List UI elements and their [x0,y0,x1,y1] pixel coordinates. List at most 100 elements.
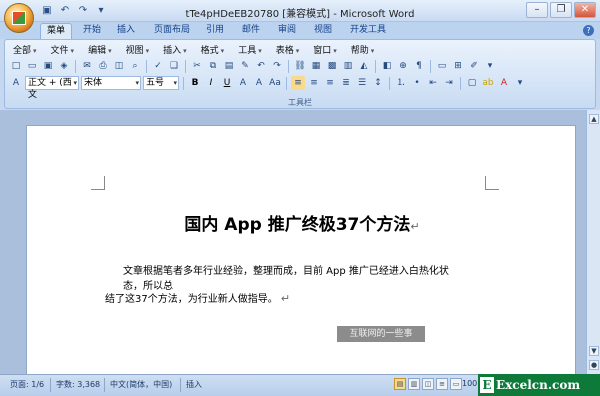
more-format-icon[interactable]: ▾ [513,76,527,90]
tab-mailings[interactable]: 邮件 [238,23,264,39]
language-indicator[interactable]: 中文(简体，中国) [110,379,172,390]
bullets-icon[interactable]: • [410,76,424,90]
decrease-indent-icon[interactable]: ⇤ [426,76,440,90]
redo-icon[interactable]: ↷ [270,59,284,73]
ribbon-group-label: 工具栏 [288,98,312,107]
bold-button[interactable]: B [188,76,202,90]
help-icon[interactable]: ? [583,25,594,36]
tab-page-layout[interactable]: 页面布局 [150,23,194,39]
table-icon[interactable]: ▦ [309,59,323,73]
align-left-icon[interactable]: ≡ [291,76,305,90]
styles-icon[interactable]: A [9,76,23,90]
separator [389,76,390,90]
spelling-icon[interactable]: ✓ [151,59,165,73]
tab-review[interactable]: 审阅 [274,23,300,39]
draft-icon[interactable]: ▭ [450,378,462,390]
window-title: tTe4pHDeEB20780 [兼容模式] - Microsoft Word [185,9,415,20]
numbering-icon[interactable]: ⒈ [394,76,408,90]
classic-menu-bar: 全部 文件 编辑 视图 插入 格式 工具 表格 窗口 帮助 [9,43,384,56]
justify-icon[interactable]: ≣ [339,76,353,90]
close-button[interactable]: ✕ [574,2,596,18]
more-icon[interactable]: ▾ [483,59,497,73]
distributed-icon[interactable]: ☰ [355,76,369,90]
formatting-toolbar: A 正文 + (西文 宋体 五号 B I U A A Aa ≡ ≡ ≡ ≣ ☰ … [9,75,527,100]
excel-table-icon[interactable]: ▩ [325,59,339,73]
font-color-icon[interactable]: A [497,76,511,90]
align-right-icon[interactable]: ≡ [323,76,337,90]
style-select[interactable]: 正文 + (西文 [25,76,79,100]
restore-button[interactable]: ❐ [550,2,572,18]
show-hide-icon[interactable]: ¶ [412,59,426,73]
web-layout-icon[interactable]: ◫ [422,378,434,390]
undo-icon[interactable]: ↶ [254,59,268,73]
select-browse-object-icon[interactable]: ● [589,360,599,370]
insert-mode[interactable]: 插入 [186,379,202,390]
vertical-scrollbar[interactable]: ▲ ▼ ● [586,110,600,374]
zoom-level[interactable]: 100 [462,379,477,388]
scroll-down-icon[interactable]: ▼ [589,346,599,356]
separator [75,59,76,73]
font-select[interactable]: 宋体 [81,76,141,90]
minimize-button[interactable]: – [526,2,548,18]
print-preview-icon[interactable]: ◫ [112,59,126,73]
tab-developer[interactable]: 开发工具 [346,23,390,39]
menu-view[interactable]: 视图 [122,43,154,56]
highlight-icon[interactable]: ab [481,76,495,90]
menu-format[interactable]: 格式 [197,43,229,56]
office-button[interactable] [4,3,34,33]
italic-button[interactable]: I [204,76,218,90]
tab-references[interactable]: 引用 [202,23,228,39]
tab-insert[interactable]: 插入 [112,23,140,39]
insert-icon[interactable]: ⊞ [451,59,465,73]
menu-all[interactable]: 全部 [9,43,41,56]
menu-file[interactable]: 文件 [47,43,79,56]
page-count[interactable]: 页面: 1/6 [10,379,44,390]
menu-help[interactable]: 帮助 [347,43,379,56]
menu-edit[interactable]: 编辑 [84,43,116,56]
save-icon[interactable]: ▣ [41,59,55,73]
tab-home[interactable]: 开始 [78,23,106,39]
font-size-select[interactable]: 五号 [143,76,179,90]
menu-tools[interactable]: 工具 [234,43,266,56]
format-painter-icon[interactable]: ✎ [238,59,252,73]
line-spacing-icon[interactable]: ↕ [371,76,385,90]
char-shading-icon[interactable]: A [252,76,266,90]
hyperlink-icon[interactable]: ⛓ [293,59,307,73]
copy-icon[interactable]: ⧉ [206,59,220,73]
permission-icon[interactable]: ◈ [57,59,71,73]
cut-icon[interactable]: ✂ [190,59,204,73]
menu-insert[interactable]: 插入 [159,43,191,56]
zoom-icon[interactable]: ⊕ [396,59,410,73]
document-map-icon[interactable]: ◧ [380,59,394,73]
email-icon[interactable]: ✉ [80,59,94,73]
new-document-icon[interactable]: □ [9,59,23,73]
research-icon[interactable]: ⌕ [128,59,142,73]
outline-icon[interactable]: ≡ [436,378,448,390]
scroll-up-icon[interactable]: ▲ [589,114,599,124]
paste-icon[interactable]: ▤ [222,59,236,73]
full-screen-icon[interactable]: ▥ [408,378,420,390]
font-border-icon[interactable]: A [236,76,250,90]
char-scale-icon[interactable]: Aa [268,76,282,90]
document-page[interactable]: 国内 App 推广终极37个方法↵ 文章根据笔者多年行业经验，整理而成，目前 A… [26,125,576,385]
thesaurus-icon[interactable]: ❏ [167,59,181,73]
word-count[interactable]: 字数: 3,368 [56,379,100,390]
menu-table[interactable]: 表格 [272,43,304,56]
columns-icon[interactable]: ▥ [341,59,355,73]
align-center-icon[interactable]: ≡ [307,76,321,90]
separator [460,76,461,90]
tab-menu[interactable]: 菜单 [40,23,72,39]
underline-button[interactable]: U [220,76,234,90]
print-icon[interactable]: ⎙ [96,59,110,73]
drawing-icon[interactable]: ◭ [357,59,371,73]
watermark-label: 互联网的一些事 [337,326,425,342]
print-layout-icon[interactable]: ▤ [394,378,406,390]
open-folder-icon[interactable]: ▭ [25,59,39,73]
increase-indent-icon[interactable]: ⇥ [442,76,456,90]
folder-icon[interactable]: ▭ [435,59,449,73]
border-icon[interactable]: ▢ [465,76,479,90]
tab-view[interactable]: 视图 [310,23,336,39]
highlight-tool-icon[interactable]: ✐ [467,59,481,73]
menu-window[interactable]: 窗口 [309,43,341,56]
paragraph-line-text: 结了这37个方法，为行业新人做指导。 [105,294,278,305]
